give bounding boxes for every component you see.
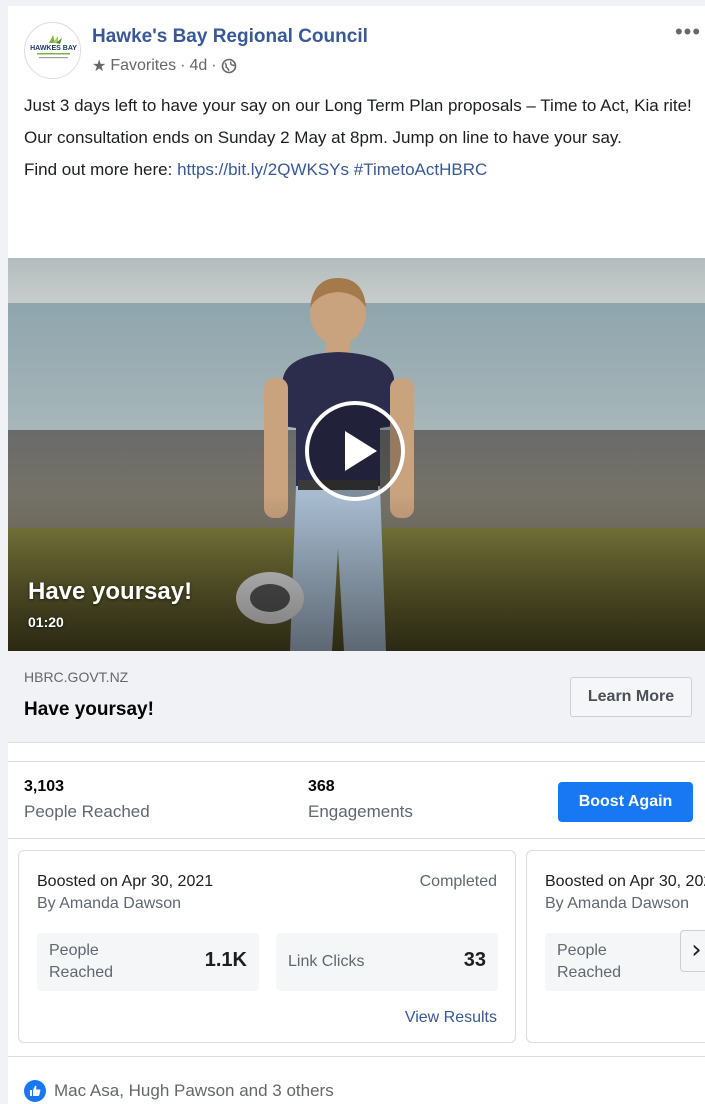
like-reaction-icon[interactable] <box>24 1080 46 1102</box>
post-text-prefix: Find out more here: <box>24 160 178 179</box>
link-domain: HBRC.GOVT.NZ <box>24 669 129 685</box>
more-options-icon[interactable]: ••• <box>672 21 704 50</box>
video-player[interactable]: Have yoursay! 01:20 <box>8 258 705 651</box>
link-clicks-value: 33 <box>463 949 486 971</box>
people-reached-label: People Reached <box>24 802 150 821</box>
meta-separator: · <box>211 57 217 74</box>
link-clicks-label: Link Clicks <box>288 953 365 970</box>
chevron-right-icon[interactable]: › <box>680 930 705 972</box>
post-link[interactable]: https://bit.ly/2QWKSYs <box>177 160 349 179</box>
post-text-line: Just 3 days left to have your say on our… <box>24 96 692 115</box>
view-results-link[interactable]: View Results <box>405 1009 497 1027</box>
people-reached-metric: People Reached 1.1K <box>37 933 259 991</box>
hashtag-link[interactable]: #TimetoActHBRC <box>354 160 488 179</box>
post-text: Just 3 days left to have your say on our… <box>24 94 694 190</box>
boost-date: Boosted on Apr 30, 2021 <box>545 873 705 890</box>
engagements-label: Engagements <box>308 802 413 821</box>
video-duration: 01:20 <box>28 614 64 630</box>
boost-card: Boosted on Apr 30, 2021 By Amanda Dawson… <box>526 850 705 1043</box>
people-reached-metric-label: People Reached <box>557 942 622 981</box>
link-clicks-metric: Link Clicks 33 <box>276 933 498 991</box>
video-title: Have yoursay! <box>28 578 193 605</box>
council-logo-icon: HAWKES BAY <box>26 24 80 78</box>
reactions-bar: Mac Asa, Hugh Pawson and 3 others <box>8 1056 705 1104</box>
boost-card: Boosted on Apr 30, 2021 By Amanda Dawson… <box>18 850 516 1043</box>
play-button[interactable] <box>305 401 405 501</box>
people-reached-metric-label: People Reached <box>49 942 114 981</box>
logo-text: HAWKES BAY <box>30 45 77 52</box>
people-reached-stat: 3,103 People Reached <box>24 778 150 822</box>
boost-status: Completed <box>419 873 497 890</box>
page-name[interactable]: Hawke's Bay Regional Council <box>92 26 368 48</box>
people-reached-metric-value: 1.1K <box>204 949 247 971</box>
engagements-stat: 368 Engagements <box>308 778 413 822</box>
boost-stats: 3,103 People Reached 368 Engagements Boo… <box>8 761 705 839</box>
post-meta: ★ Favorites · 4d · <box>92 56 237 76</box>
boost-date: Boosted on Apr 30, 2021 <box>37 873 214 890</box>
post-card: HAWKES BAY Hawke's Bay Regional Council … <box>0 0 705 1104</box>
link-title[interactable]: Have yoursay! <box>24 699 154 721</box>
learn-more-button[interactable]: Learn More <box>570 677 692 717</box>
globe-icon <box>221 58 236 74</box>
boost-author: By Amanda Dawson <box>545 895 690 912</box>
meta-separator: · <box>180 57 186 74</box>
engagements-value: 368 <box>308 778 335 795</box>
people-reached-value: 3,103 <box>24 778 65 795</box>
post-text-line: Find out more here: https://bit.ly/2QWKS… <box>24 158 694 182</box>
post-time[interactable]: 4d <box>189 57 207 75</box>
star-icon: ★ <box>92 58 107 75</box>
reaction-names[interactable]: Mac Asa, Hugh Pawson and 3 others <box>54 1081 334 1101</box>
post-text-line: Our consultation ends on Sunday 2 May at… <box>24 128 622 147</box>
play-icon <box>345 431 377 471</box>
audience-label[interactable]: Favorites <box>110 57 176 75</box>
boost-author: By Amanda Dawson <box>37 895 182 912</box>
boost-again-button[interactable]: Boost Again <box>558 782 693 822</box>
link-preview[interactable]: HBRC.GOVT.NZ Have yoursay! Learn More <box>8 651 705 743</box>
post-header: HAWKES BAY Hawke's Bay Regional Council … <box>24 21 704 82</box>
page-logo[interactable]: HAWKES BAY <box>24 22 81 79</box>
